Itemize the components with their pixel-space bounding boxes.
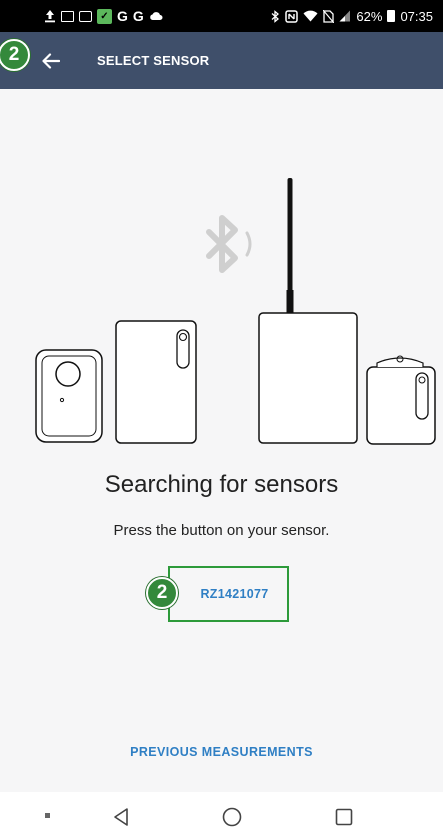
battery-icon xyxy=(387,9,396,23)
no-sim-icon xyxy=(323,9,335,23)
page-title: SELECT SENSOR xyxy=(97,53,210,68)
wifi-icon xyxy=(303,9,318,23)
step-badge: 2 xyxy=(146,577,178,609)
nfc-icon xyxy=(285,9,299,23)
back-icon xyxy=(114,808,128,826)
image-icon xyxy=(61,9,74,23)
back-button[interactable] xyxy=(34,44,68,78)
searching-title: Searching for sensors xyxy=(104,471,339,498)
status-bar: ✓ G G 62% 07:35 xyxy=(0,0,443,32)
google-icon: G xyxy=(117,8,128,24)
nav-indicator-dot xyxy=(45,813,50,818)
arrow-left-icon xyxy=(42,53,60,69)
nav-home-button[interactable] xyxy=(219,804,245,830)
google-icon: G xyxy=(132,8,144,24)
device-sensor-4 xyxy=(366,355,436,445)
nav-back-button[interactable] xyxy=(108,804,134,830)
cloud-icon xyxy=(149,9,163,23)
message-icon xyxy=(79,9,92,23)
signal-icon xyxy=(339,9,351,23)
battery-percent: 62% xyxy=(356,8,383,24)
device-sensor-2 xyxy=(115,320,197,444)
status-time: 07:35 xyxy=(400,8,433,24)
sensor-list-item[interactable]: RZ1421077 xyxy=(168,566,289,622)
device-round-sensor xyxy=(35,349,103,443)
home-icon xyxy=(222,807,242,827)
navigation-bar xyxy=(0,792,443,840)
sensors-illustration xyxy=(35,178,436,445)
nav-recents-button[interactable] xyxy=(331,804,357,830)
app-icon: ✓ xyxy=(97,8,112,24)
device-gateway-antenna xyxy=(258,178,358,444)
status-right-icons: 62% 07:35 xyxy=(271,9,433,24)
bluetooth-icon xyxy=(271,9,280,23)
sensor-id: RZ1421077 xyxy=(200,587,269,601)
recents-icon xyxy=(335,808,353,826)
searching-subtitle: Press the button on your sensor. xyxy=(113,522,330,539)
app-bar: SELECT SENSOR xyxy=(0,32,443,89)
upload-icon xyxy=(44,9,56,23)
status-left-icons: ✓ G G xyxy=(44,8,163,24)
bluetooth-searching-icon xyxy=(206,215,252,273)
previous-measurements-button[interactable]: PREVIOUS MEASUREMENTS xyxy=(0,745,443,759)
